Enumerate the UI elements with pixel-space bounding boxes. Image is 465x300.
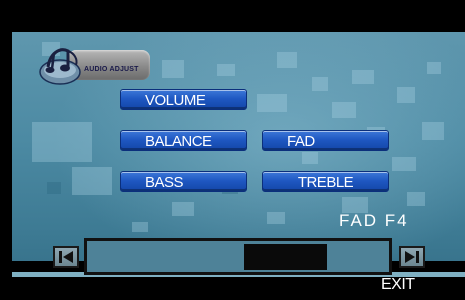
next-button[interactable] <box>399 246 425 268</box>
decor-tile <box>427 62 441 74</box>
music-note-icon <box>39 48 81 85</box>
decor-tile <box>392 157 416 171</box>
bass-button[interactable]: BASS <box>120 171 247 192</box>
decor-tile <box>397 87 415 103</box>
audio-adjust-logo: AUDIO ADJUST <box>38 45 150 85</box>
volume-button[interactable]: VOLUME <box>120 89 247 110</box>
decor-tile <box>132 222 148 232</box>
balance-button[interactable]: BALANCE <box>120 130 247 151</box>
decor-tile <box>277 52 297 68</box>
level-slider[interactable] <box>84 238 392 275</box>
decor-tile <box>32 122 92 162</box>
decor-tile <box>172 202 194 216</box>
logo-title: AUDIO ADJUST <box>84 66 139 73</box>
fad-button[interactable]: FAD <box>262 130 389 151</box>
exit-button[interactable]: EXIT <box>381 276 415 294</box>
decor-tile <box>217 64 235 76</box>
decor-tile <box>257 94 287 112</box>
treble-button[interactable]: TREBLE <box>262 171 389 192</box>
slider-fill <box>243 244 327 270</box>
decor-tile <box>422 122 444 140</box>
skip-forward-icon <box>405 251 419 263</box>
decor-tile <box>407 192 425 206</box>
decor-tile <box>352 70 374 84</box>
current-setting-readout: FAD F4 <box>339 211 409 230</box>
decor-tile <box>47 182 61 194</box>
decor-tile <box>267 212 285 224</box>
skip-back-icon <box>59 251 73 263</box>
decor-tile <box>302 152 318 164</box>
decor-tile <box>72 167 112 195</box>
previous-button[interactable] <box>53 246 79 268</box>
decor-tile <box>332 102 356 118</box>
audio-adjust-screen: AUDIO ADJUST VOLUME BALANCE FAD BASS TRE… <box>0 0 465 300</box>
decor-tile <box>162 60 184 78</box>
decor-tile <box>312 77 328 91</box>
